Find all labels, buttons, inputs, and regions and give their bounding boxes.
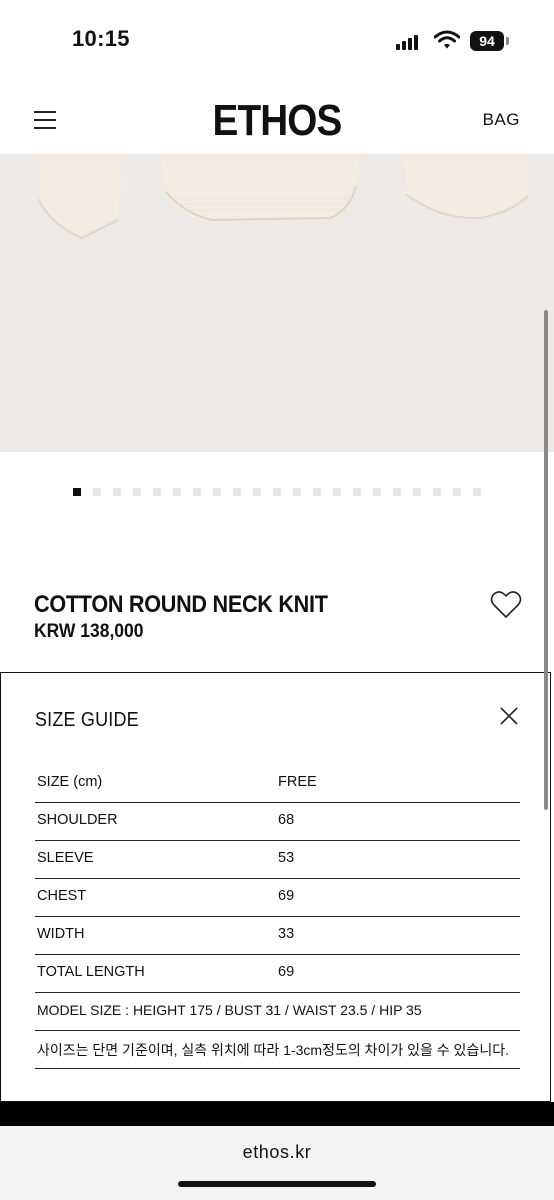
product-title: COTTON ROUND NECK KNIT <box>34 591 328 618</box>
row-value: 69 <box>278 964 295 980</box>
carousel-dot[interactable] <box>273 488 281 496</box>
carousel-dot[interactable] <box>313 488 321 496</box>
size-header-value: FREE <box>278 774 317 790</box>
site-header: ETHOS BAG <box>0 80 554 154</box>
carousel-dot[interactable] <box>293 488 301 496</box>
carousel-dot[interactable] <box>353 488 361 496</box>
size-note-text: 사이즈는 단면 기준이며, 실측 위치에 따라 1-3cm정도의 차이가 있을 … <box>37 1042 509 1058</box>
page-footer-band <box>0 1102 554 1126</box>
knit-sweater-image <box>37 154 529 240</box>
home-indicator[interactable] <box>178 1181 376 1187</box>
carousel-dot[interactable] <box>473 488 481 496</box>
carousel-dot[interactable] <box>453 488 461 496</box>
size-note-row: 사이즈는 단면 기준이며, 실측 위치에 따라 1-3cm정도의 차이가 있을 … <box>35 1031 520 1069</box>
row-label: WIDTH <box>37 926 85 942</box>
table-row: TOTAL LENGTH 69 <box>35 955 520 993</box>
battery-icon: 94 <box>470 31 504 51</box>
brand-logo[interactable]: ETHOS <box>33 96 521 146</box>
status-bar: 10:15 94 <box>0 0 554 80</box>
table-row: SLEEVE 53 <box>35 841 520 879</box>
row-value: 53 <box>278 850 295 866</box>
product-image[interactable] <box>0 154 554 452</box>
scrollbar[interactable] <box>544 310 548 810</box>
wifi-icon <box>434 30 460 49</box>
carousel-dot[interactable] <box>173 488 181 496</box>
carousel-dot[interactable] <box>233 488 241 496</box>
bag-button[interactable]: BAG <box>483 110 520 130</box>
carousel-dot[interactable] <box>133 488 141 496</box>
row-value: 33 <box>278 926 295 942</box>
carousel-dot[interactable] <box>393 488 401 496</box>
carousel-dot[interactable] <box>93 488 101 496</box>
carousel-dot[interactable] <box>413 488 421 496</box>
row-label: SLEEVE <box>37 850 94 866</box>
carousel-dot[interactable] <box>373 488 381 496</box>
heart-icon[interactable] <box>490 590 522 620</box>
table-row: CHEST 69 <box>35 879 520 917</box>
carousel-dot[interactable] <box>253 488 261 496</box>
carousel-dots <box>73 488 481 496</box>
size-table: SIZE (cm) FREE SHOULDER 68 SLEEVE 53 CHE… <box>35 765 520 1069</box>
product-price: KRW 138,000 <box>34 621 144 642</box>
model-size-row: MODEL SIZE : HEIGHT 175 / BUST 31 / WAIS… <box>35 993 520 1031</box>
carousel-dot[interactable] <box>433 488 441 496</box>
close-icon[interactable] <box>499 706 519 726</box>
carousel-dot[interactable] <box>333 488 341 496</box>
size-table-header: SIZE (cm) FREE <box>35 765 520 803</box>
table-row: SHOULDER 68 <box>35 803 520 841</box>
battery-nub <box>506 37 509 45</box>
carousel-dot[interactable] <box>153 488 161 496</box>
carousel-dot[interactable] <box>113 488 121 496</box>
row-value: 69 <box>278 888 295 904</box>
carousel-dot[interactable] <box>213 488 221 496</box>
model-size-text: MODEL SIZE : HEIGHT 175 / BUST 31 / WAIS… <box>37 1002 422 1018</box>
row-value: 68 <box>278 812 295 828</box>
status-time: 10:15 <box>72 26 130 51</box>
carousel-dot[interactable] <box>193 488 201 496</box>
carousel-dot[interactable] <box>73 488 81 496</box>
url-text[interactable]: ethos.kr <box>0 1142 554 1163</box>
browser-address-bar: ethos.kr <box>0 1126 554 1200</box>
signal-icon <box>396 34 422 50</box>
size-guide-title: SIZE GUIDE <box>35 709 139 731</box>
size-header-label: SIZE (cm) <box>37 774 103 790</box>
row-label: TOTAL LENGTH <box>37 964 145 980</box>
table-row: WIDTH 33 <box>35 917 520 955</box>
size-guide-panel: SIZE GUIDE SIZE (cm) FREE SHOULDER 68 SL… <box>0 672 551 1102</box>
row-label: CHEST <box>37 888 87 904</box>
row-label: SHOULDER <box>37 812 118 828</box>
